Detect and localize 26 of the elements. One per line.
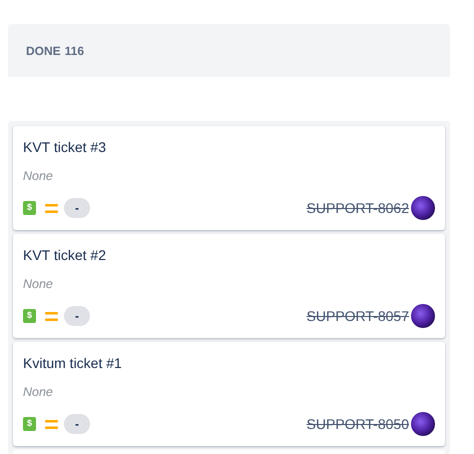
issue-card[interactable]: Kvitum ticket #1 None $ - SUPPORT-8050 (13, 342, 445, 446)
issue-description: None (23, 276, 54, 292)
issue-type-icon: $ (23, 309, 36, 323)
issue-card[interactable]: KVT ticket #3 None $ - SUPPORT-8062 (13, 126, 445, 230)
estimate-badge: - (64, 198, 90, 218)
issue-key[interactable]: SUPPORT-8062 (306, 199, 409, 217)
issue-type-icon: $ (23, 417, 36, 431)
issue-key[interactable]: SUPPORT-8050 (306, 415, 409, 433)
column-title: DONE (26, 42, 61, 60)
issue-type-icon: $ (23, 201, 36, 215)
estimate-badge: - (64, 306, 90, 326)
issue-title: Kvitum ticket #1 (23, 354, 123, 372)
priority-icon (45, 420, 58, 428)
issue-title: KVT ticket #3 (23, 138, 108, 156)
issue-description: None (23, 384, 54, 400)
avatar-icon (411, 412, 435, 436)
priority-icon (45, 204, 58, 212)
issue-title: KVT ticket #2 (23, 246, 108, 264)
issue-key[interactable]: SUPPORT-8057 (306, 307, 409, 325)
priority-icon (45, 312, 58, 320)
estimate-badge: - (64, 414, 90, 434)
issue-count: 116 (64, 42, 84, 60)
avatar-icon (411, 196, 435, 220)
issue-description: None (23, 168, 54, 184)
issue-card[interactable]: KVT ticket #2 None $ - SUPPORT-8057 (13, 234, 445, 338)
avatar-icon (411, 304, 435, 328)
